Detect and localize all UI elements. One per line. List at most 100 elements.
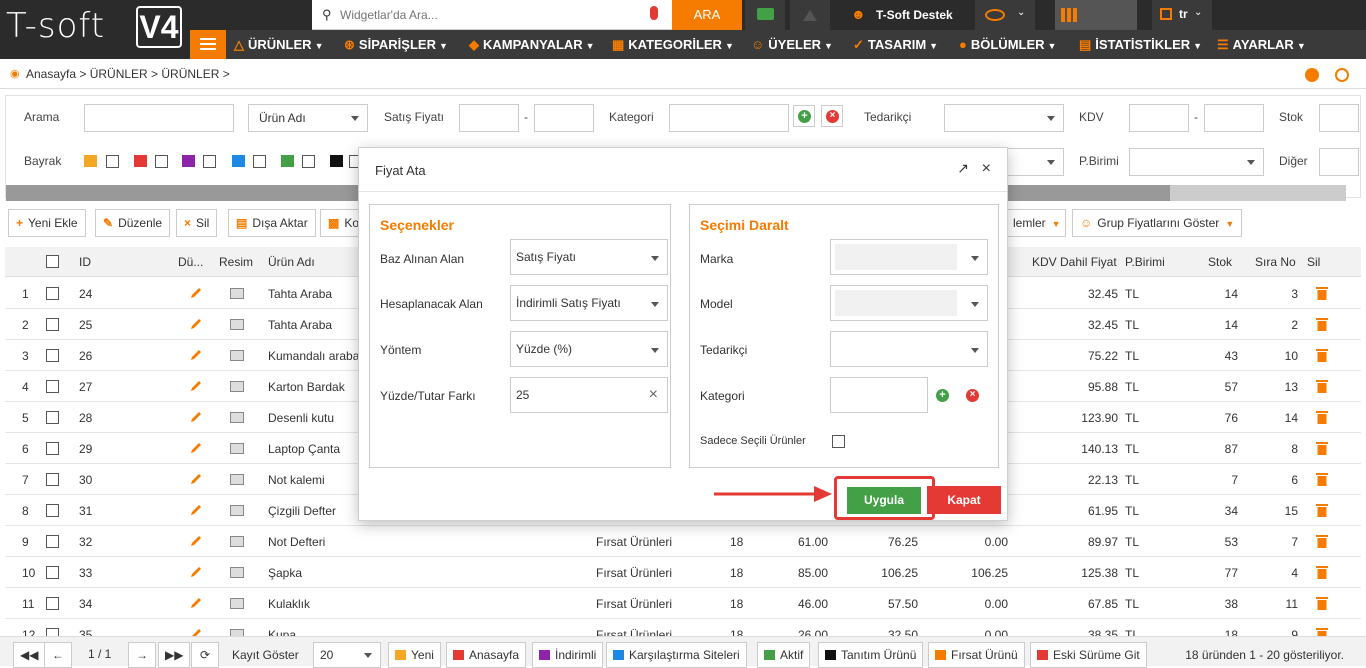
plus-icon[interactable]: + — [936, 389, 949, 402]
flag-checkbox[interactable] — [302, 155, 315, 168]
edit-icon[interactable] — [189, 441, 203, 455]
yontem-select[interactable]: Yüzde (%) — [510, 331, 668, 367]
baz-select[interactable]: Satış Fiyatı — [510, 239, 668, 275]
user-menu[interactable]: ☻ T-Soft Destek — [838, 0, 968, 30]
image-icon[interactable] — [230, 443, 244, 454]
col-sil[interactable]: Sil — [1307, 255, 1320, 269]
image-icon[interactable] — [230, 288, 244, 299]
image-icon[interactable] — [230, 567, 244, 578]
footer-filter-button[interactable]: Anasayfa — [446, 642, 527, 668]
footer-filter-button[interactable]: Karşılaştırma Siteleri — [606, 642, 747, 668]
stok-input[interactable] — [1319, 104, 1359, 132]
trash-icon[interactable] — [1316, 379, 1328, 393]
nav-kategoriler[interactable]: ▦ KATEGORİLER ▼ — [612, 30, 734, 59]
row-checkbox[interactable] — [46, 473, 59, 486]
trash-icon[interactable] — [1316, 472, 1328, 486]
nav-bolumler[interactable]: ● BÖLÜMLER ▼ — [959, 30, 1056, 59]
edit-icon[interactable] — [189, 317, 203, 331]
edit-icon[interactable] — [189, 348, 203, 362]
language-select[interactable]: tr ⌄ — [1152, 0, 1212, 30]
edit-button[interactable]: ✎ Düzenle — [95, 209, 171, 237]
close-icon[interactable]: × — [966, 389, 979, 402]
trash-icon[interactable] — [1316, 503, 1328, 517]
kdv-min-input[interactable] — [1129, 104, 1189, 132]
model-select[interactable] — [830, 285, 988, 321]
image-icon[interactable] — [230, 350, 244, 361]
trash-icon[interactable] — [1316, 286, 1328, 300]
arama-field-select[interactable]: Ürün Adı — [248, 104, 368, 132]
row-checkbox[interactable] — [46, 442, 59, 455]
footer-filter-button[interactable]: Tanıtım Ürünü — [818, 642, 924, 668]
image-icon[interactable] — [230, 505, 244, 516]
menu-toggle[interactable] — [190, 30, 226, 59]
microphone-icon[interactable] — [650, 6, 658, 20]
kategori-input[interactable] — [830, 377, 928, 413]
add-category-button[interactable]: + — [793, 105, 815, 127]
edit-icon[interactable] — [189, 534, 203, 548]
edit-icon[interactable] — [189, 410, 203, 424]
row-checkbox[interactable] — [46, 411, 59, 424]
col-stok[interactable]: Stok — [1208, 255, 1232, 269]
next-page-button[interactable]: → — [128, 642, 156, 668]
expand-icon[interactable]: ↗ — [957, 160, 969, 177]
copy-button[interactable]: ▩ Ko — [320, 209, 360, 237]
export-button[interactable]: ▤ Dışa Aktar — [228, 209, 316, 237]
play-icon[interactable] — [1305, 68, 1319, 82]
row-checkbox[interactable] — [46, 349, 59, 362]
secili-checkbox[interactable] — [832, 435, 845, 448]
table-row[interactable]: 9 32 Not Defteri Fırsat Ürünleri 18 61.00 76.2… — [5, 526, 1361, 557]
row-checkbox[interactable] — [46, 597, 59, 610]
refresh-button[interactable]: ⟳ — [191, 642, 219, 668]
image-icon[interactable] — [230, 319, 244, 330]
row-checkbox[interactable] — [46, 504, 59, 517]
nav-uyeler[interactable]: ☺ ÜYELER ▼ — [751, 30, 833, 59]
select-all-checkbox[interactable] — [46, 255, 59, 268]
first-page-button[interactable]: ◀◀ — [13, 642, 45, 668]
trash-icon[interactable] — [1316, 441, 1328, 455]
add-new-button[interactable]: + Yeni Ekle — [8, 209, 86, 237]
edit-icon[interactable] — [189, 286, 203, 300]
pbirimi-select[interactable] — [1129, 148, 1264, 176]
col-sira-no[interactable]: Sıra No — [1255, 255, 1296, 269]
table-row[interactable]: 10 33 Şapka Fırsat Ürünleri 18 85.00 106.25 106… — [5, 557, 1361, 588]
last-page-button[interactable]: ▶▶ — [158, 642, 190, 668]
diger-input[interactable] — [1319, 148, 1359, 176]
clear-icon[interactable]: × — [649, 378, 658, 412]
footer-filter-button[interactable]: Aktif — [757, 642, 811, 668]
col-duzenle[interactable]: Dü... — [178, 255, 203, 269]
trash-icon[interactable] — [1316, 534, 1328, 548]
footer-filter-button[interactable]: Yeni — [388, 642, 441, 668]
tedarikci-select[interactable] — [830, 331, 988, 367]
flag-checkbox[interactable] — [253, 155, 266, 168]
arama-input[interactable] — [84, 104, 234, 132]
hesap-select[interactable]: İndirimli Satış Fiyatı — [510, 285, 668, 321]
row-checkbox[interactable] — [46, 380, 59, 393]
row-checkbox[interactable] — [46, 287, 59, 300]
trash-icon[interactable] — [1316, 565, 1328, 579]
trash-icon[interactable] — [1316, 596, 1328, 610]
apps-menu[interactable] — [1055, 0, 1137, 30]
search-button[interactable]: ARA — [672, 0, 742, 30]
view-toggle[interactable]: ⌄ — [975, 0, 1035, 30]
col-kdv-dahil[interactable]: KDV Dahil Fiyat — [1032, 255, 1117, 269]
trash-icon[interactable] — [1316, 348, 1328, 362]
kdv-max-input[interactable] — [1204, 104, 1264, 132]
nav-urunler[interactable]: △ ÜRÜNLER ▼ — [234, 30, 323, 59]
table-row[interactable]: 11 34 Kulaklık Fırsat Ürünleri 18 46.00 57.50 0… — [5, 588, 1361, 619]
nav-istatistikler[interactable]: ▤ İSTATİSTİKLER ▼ — [1079, 30, 1202, 59]
close-icon[interactable]: × — [982, 160, 991, 178]
row-checkbox[interactable] — [46, 318, 59, 331]
page-size-select[interactable]: 20 — [313, 642, 381, 668]
marka-select[interactable] — [830, 239, 988, 275]
islemler-button[interactable]: lemler ▼ — [1004, 209, 1066, 237]
edit-icon[interactable] — [189, 379, 203, 393]
col-resim[interactable]: Resim — [219, 255, 253, 269]
delete-button[interactable]: × Sil — [176, 209, 218, 237]
price-min-input[interactable] — [459, 104, 519, 132]
logo[interactable]: T-soft V4 — [0, 0, 190, 59]
edit-icon[interactable] — [189, 503, 203, 517]
edit-icon[interactable] — [189, 596, 203, 610]
clear-category-button[interactable]: × — [821, 105, 843, 127]
nav-tasarim[interactable]: ✓ TASARIM ▼ — [853, 30, 938, 59]
nav-ayarlar[interactable]: ☰ AYARLAR ▼ — [1217, 30, 1306, 59]
